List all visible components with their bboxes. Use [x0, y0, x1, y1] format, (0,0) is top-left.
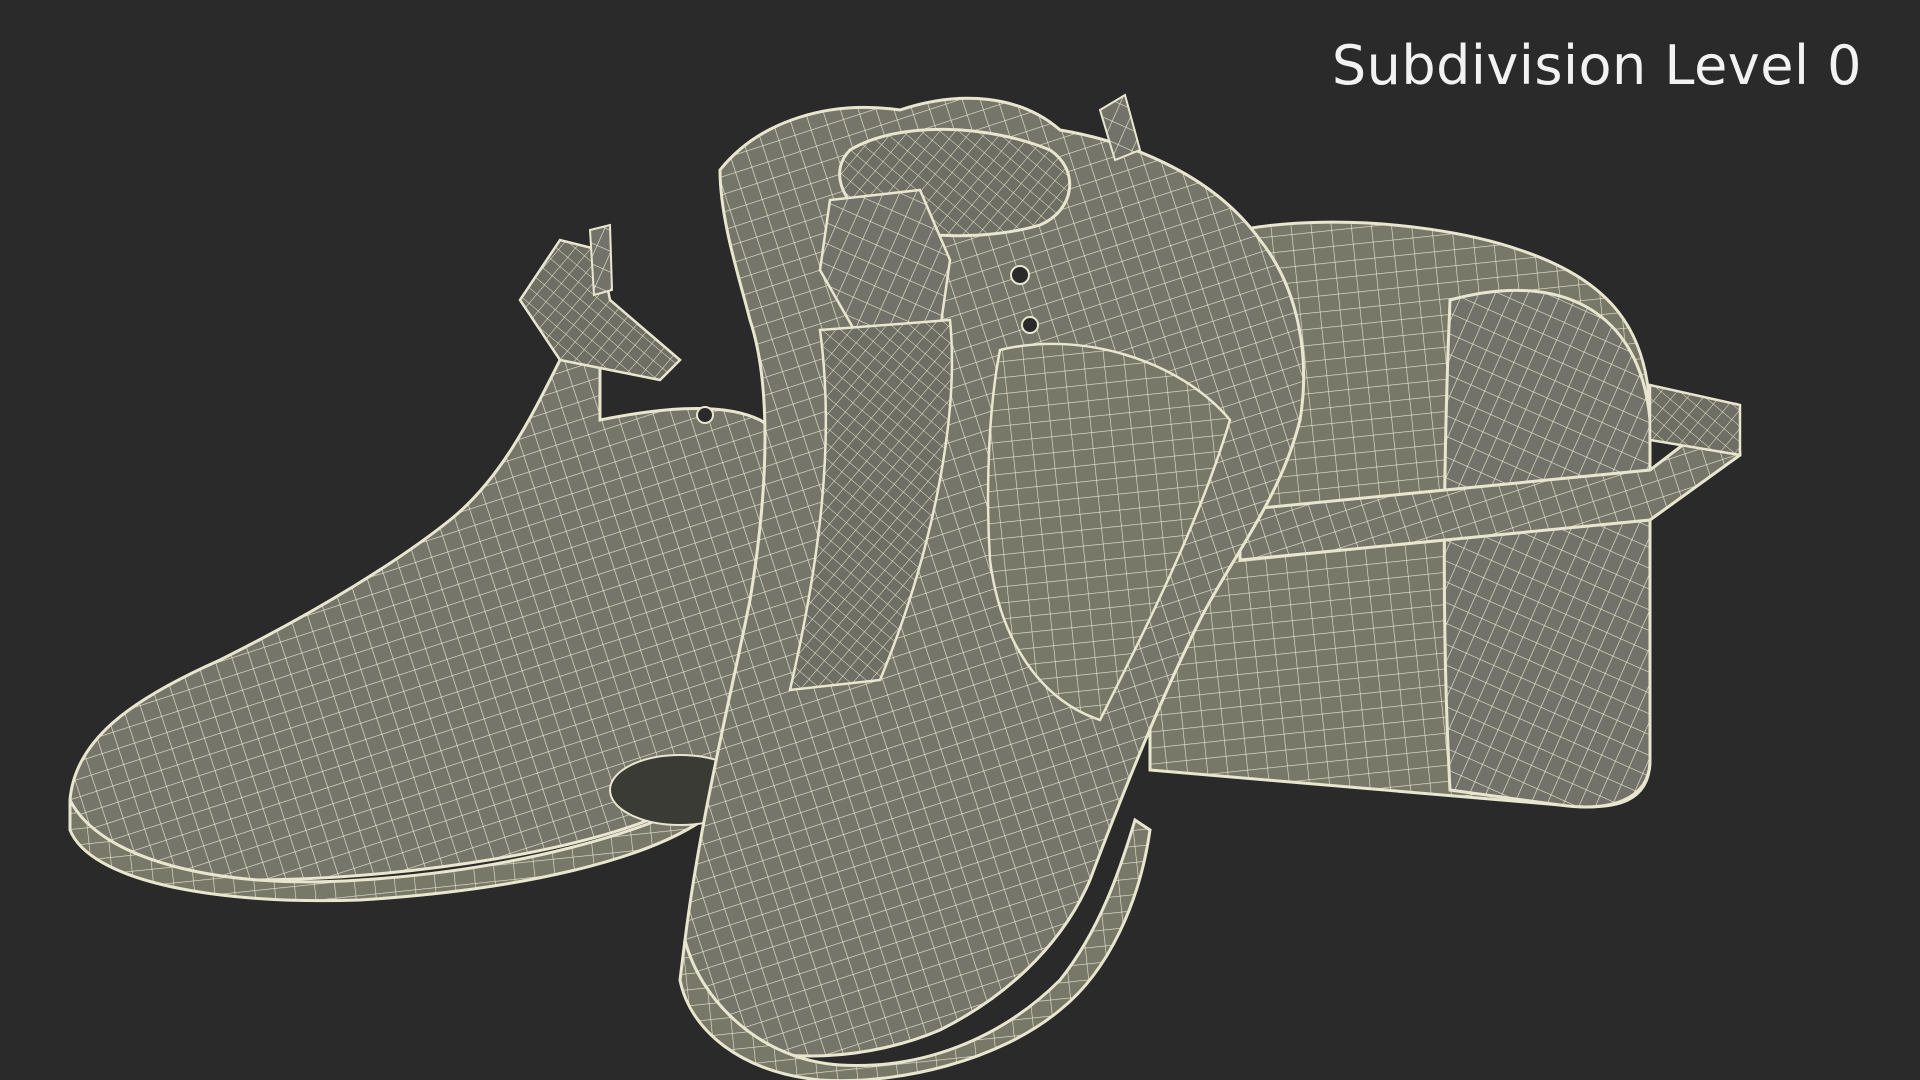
wireframe-render [68, 93, 1742, 1080]
shoe-box-end-face [1442, 288, 1652, 809]
shoe-right-eyelet-2 [1021, 316, 1039, 334]
subdivision-level-caption: Subdivision Level 0 [1331, 34, 1862, 97]
shoe-left-eyelet [696, 406, 714, 424]
shoe-right-eyelet-1 [1010, 265, 1030, 285]
render-viewport: Subdivision Level 0 [0, 0, 1920, 1080]
shoe-box-lid-tab [1648, 383, 1742, 457]
shoe-left [68, 223, 812, 903]
shoe-right [678, 93, 1306, 1080]
shoe-left-pull-tab [588, 223, 614, 297]
